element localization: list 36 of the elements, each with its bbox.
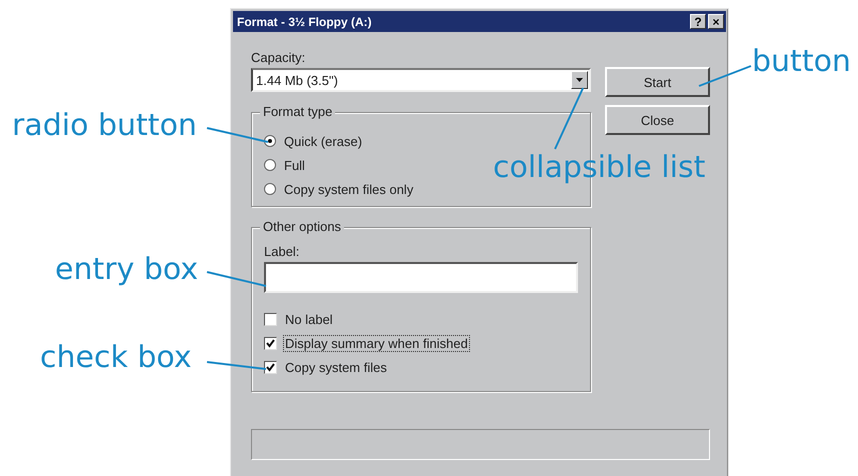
checkbox-label: Display summary when finished (284, 336, 469, 350)
leader-line (206, 271, 266, 287)
close-dialog-button[interactable]: Close (605, 105, 710, 135)
start-button[interactable]: Start (605, 67, 710, 97)
leader-line (698, 65, 752, 87)
radio-button[interactable] (264, 159, 276, 171)
annotation-label: collapsible list (493, 150, 706, 185)
group-title: Format type (260, 104, 336, 119)
leader-line (206, 127, 268, 143)
checkbox-label: No label (284, 312, 334, 326)
radio-label: Copy system files only (283, 182, 414, 196)
checkbox-label: Copy system files (284, 360, 388, 374)
dropdown-button[interactable] (571, 71, 588, 89)
annotation-label: radio button (12, 108, 197, 143)
annotation-label: entry box (55, 252, 198, 287)
help-button[interactable]: ? (690, 14, 706, 29)
caret-icon (576, 78, 583, 82)
leader-line (554, 88, 584, 150)
close-button[interactable]: × (708, 14, 724, 29)
checkbox[interactable] (264, 336, 277, 350)
radio-button[interactable] (264, 183, 276, 195)
checkbox[interactable] (264, 360, 277, 374)
capacity-value: 1.44 Mb (3.5") (255, 72, 338, 88)
radio-button[interactable] (264, 135, 276, 147)
leader-line (206, 361, 266, 370)
window-title: Format - 3½ Floppy (A:) (237, 14, 372, 28)
group-title: Other options (260, 219, 344, 234)
radio-label: Full (283, 158, 306, 172)
field-label: Label: (264, 244, 300, 259)
capacity-dropdown[interactable]: 1.44 Mb (3.5") (251, 68, 591, 92)
label-field[interactable] (264, 262, 578, 293)
checkbox[interactable] (264, 312, 277, 326)
capacity-label: Capacity: (251, 50, 306, 65)
annotation-label: check box (40, 340, 192, 375)
annotation-label: button (752, 44, 851, 79)
radio-label: Quick (erase) (283, 134, 364, 148)
